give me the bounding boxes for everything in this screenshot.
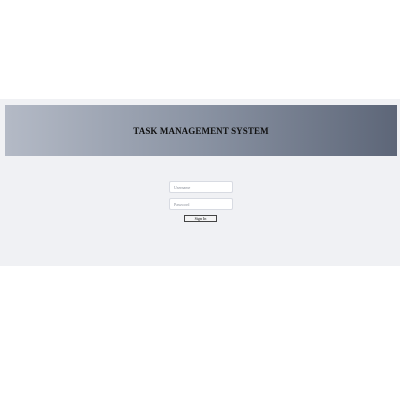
username-input[interactable] xyxy=(169,181,233,193)
login-form: Sign In xyxy=(169,181,233,222)
password-input[interactable] xyxy=(169,198,233,210)
sign-in-button[interactable]: Sign In xyxy=(184,215,217,222)
app-title: TASK MANAGEMENT SYSTEM xyxy=(133,125,269,136)
login-page-panel: TASK MANAGEMENT SYSTEM Sign In xyxy=(0,99,400,266)
header-banner: TASK MANAGEMENT SYSTEM xyxy=(5,105,397,156)
